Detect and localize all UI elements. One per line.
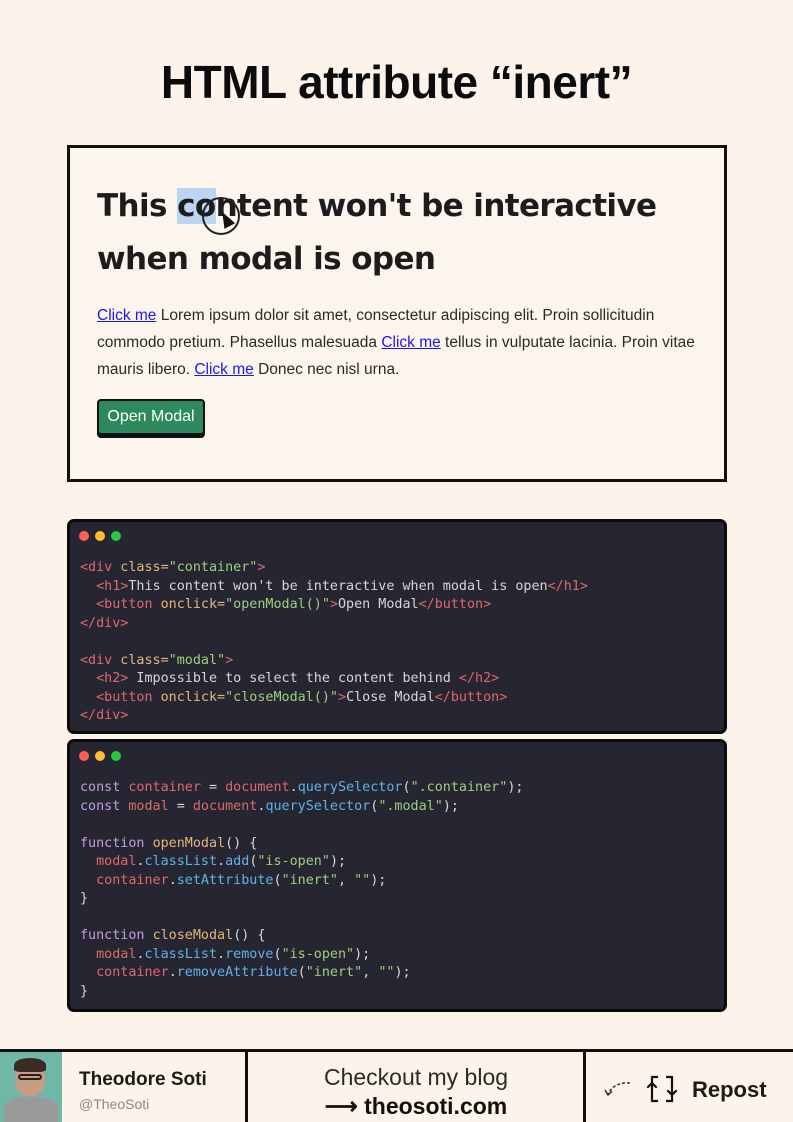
close-dot-icon <box>79 751 89 761</box>
demo-heading: This content won't be interactive when m… <box>97 180 697 286</box>
window-controls <box>79 531 121 541</box>
footer-divider <box>245 1052 248 1122</box>
click-me-link[interactable]: Click me <box>97 307 156 324</box>
blog-link[interactable]: ⟶ theosoti.com <box>249 1093 583 1120</box>
demo-container: This content won't be interactive when m… <box>67 145 727 482</box>
blog-label: Checkout my blog <box>323 1064 509 1090</box>
minimize-dot-icon <box>95 751 105 761</box>
html-code-block: <div class="container"> <h1>This content… <box>67 519 727 734</box>
heading-text-start: This <box>97 188 178 224</box>
footer-divider <box>583 1052 586 1122</box>
maximize-dot-icon <box>111 531 121 541</box>
repost-label[interactable]: Repost <box>692 1077 767 1103</box>
curved-arrow-icon <box>604 1082 631 1097</box>
minimize-dot-icon <box>95 531 105 541</box>
click-me-link[interactable]: Click me <box>194 361 253 378</box>
paragraph-text: Donec nec nisl urna. <box>253 361 400 378</box>
maximize-dot-icon <box>111 751 121 761</box>
footer: Theodore Soti @TheoSoti Checkout my blog… <box>0 1049 793 1122</box>
avatar-photo <box>0 1052 62 1122</box>
repost-icon[interactable] <box>644 1072 680 1106</box>
page-title: HTML attribute “inert” <box>160 56 633 108</box>
open-modal-button[interactable]: Open Modal <box>97 399 205 435</box>
demo-paragraph: Click me Lorem ipsum dolor sit amet, con… <box>97 302 707 383</box>
author-handle: @TheoSoti <box>79 1096 150 1112</box>
click-me-link[interactable]: Click me <box>381 334 440 351</box>
close-dot-icon <box>79 531 89 541</box>
window-controls <box>79 751 121 761</box>
html-code: <div class="container"> <h1>This content… <box>80 560 588 723</box>
js-code: const container = document.querySelector… <box>80 780 524 999</box>
js-code-block: const container = document.querySelector… <box>67 739 727 1012</box>
author-name: Theodore Soti <box>79 1069 207 1090</box>
